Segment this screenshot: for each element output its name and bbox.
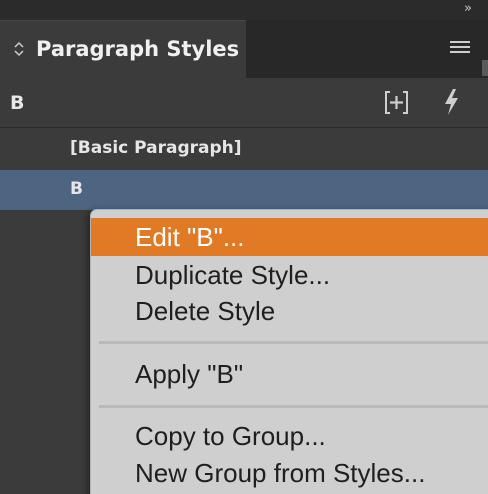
current-style-label: B [10,92,25,114]
menu-item-apply[interactable]: Apply "B" [91,355,488,393]
menu-item-delete[interactable]: Delete Style [91,292,488,330]
menu-separator [99,405,488,408]
panel-menu-icon[interactable] [450,41,470,55]
style-name: B [70,179,83,199]
list-item[interactable]: [Basic Paragraph] [0,129,488,169]
panel-dock-bar: » [0,0,488,20]
panel-title: Paragraph Styles [36,37,240,61]
menu-item-label: Edit "B"... [135,222,245,252]
new-style-group-icon[interactable] [384,90,409,115]
scrollbar[interactable] [482,60,488,76]
tab-arrows-icon[interactable] [14,40,24,58]
menu-separator [99,341,488,344]
menu-item-label: New Group from Styles... [135,458,426,488]
panel-tab-bar: Paragraph Styles [0,20,488,78]
tab-paragraph-styles[interactable]: Paragraph Styles [0,20,246,78]
menu-item-copy-to-group[interactable]: Copy to Group... [91,417,488,455]
menu-item-new-group[interactable]: New Group from Styles... [91,454,488,492]
style-toolbar: B [0,78,488,128]
menu-item-edit[interactable]: Edit "B"... [91,218,488,256]
menu-item-label: Delete Style [135,296,276,326]
menu-item-label: Apply "B" [135,359,244,389]
clear-overrides-icon[interactable] [442,88,460,116]
list-item-selected[interactable]: B [0,170,488,210]
context-menu: Edit "B"... Duplicate Style... Delete St… [90,209,488,494]
menu-item-label: Copy to Group... [135,421,326,451]
style-name: [Basic Paragraph] [70,138,242,158]
menu-item-label: Duplicate Style... [135,260,331,290]
menu-item-duplicate[interactable]: Duplicate Style... [91,256,488,294]
collapse-icon[interactable]: » [464,1,472,16]
